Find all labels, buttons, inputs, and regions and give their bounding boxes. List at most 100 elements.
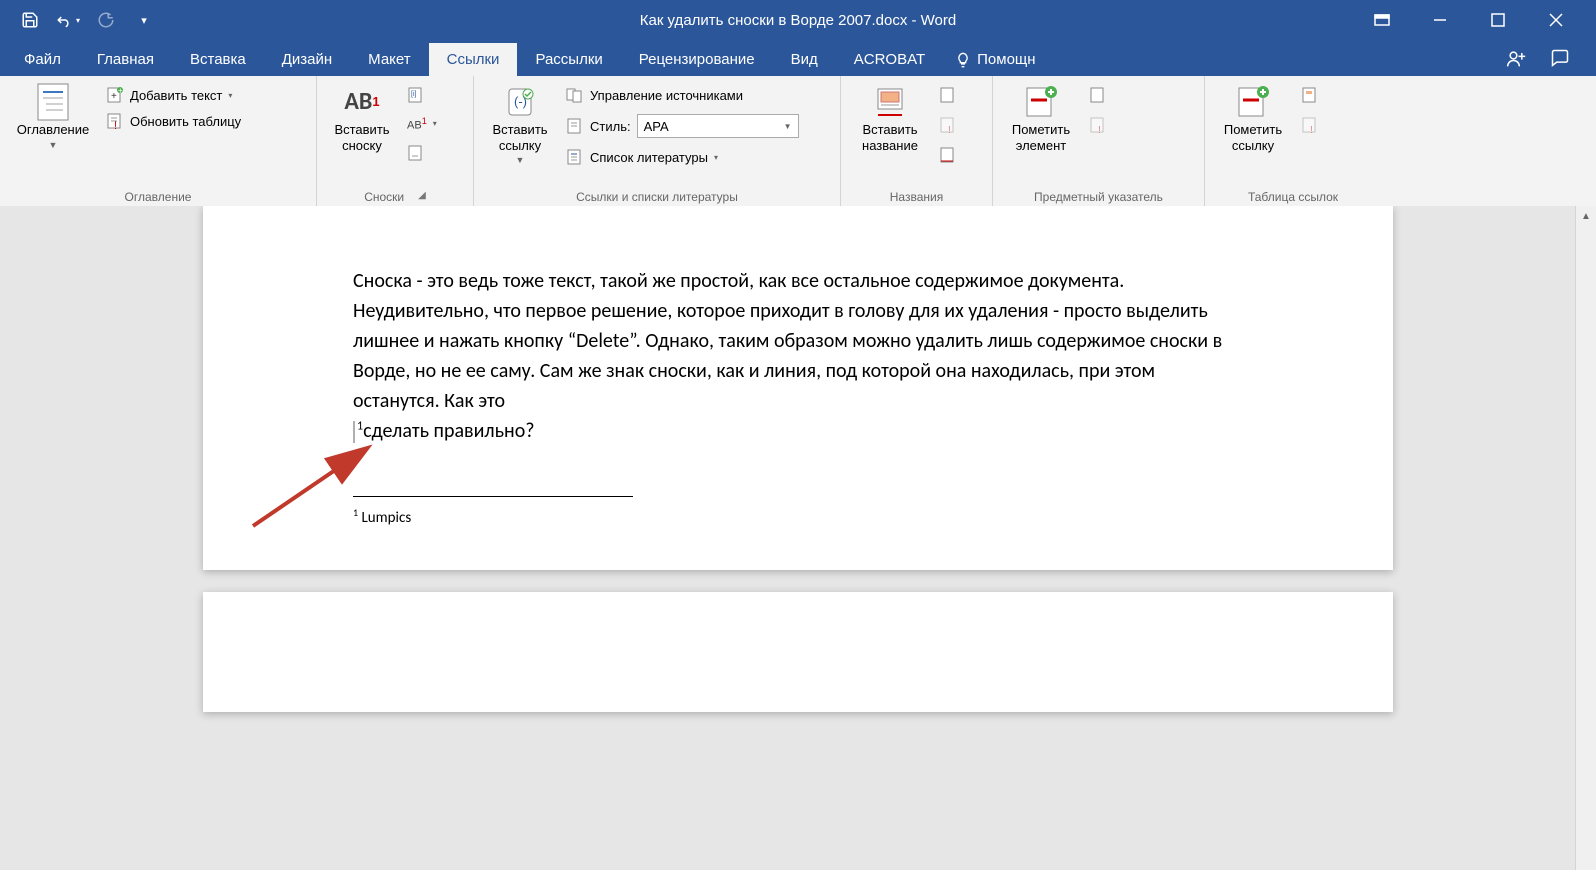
manage-sources-icon — [566, 86, 584, 104]
caption-icon — [872, 84, 908, 120]
next-footnote-button[interactable]: AB1▾ — [405, 114, 439, 134]
svg-text:+: + — [111, 91, 117, 102]
close-button[interactable] — [1538, 2, 1574, 38]
document-page-2[interactable] — [203, 592, 1393, 712]
add-text-button[interactable]: ++ Добавить текст ▾ — [104, 84, 243, 106]
document-page[interactable]: Сноска - это ведь тоже текст, такой же п… — [203, 206, 1393, 570]
insert-tab[interactable]: Вставка — [172, 43, 264, 76]
mark-index-label: Пометить элемент — [1012, 122, 1070, 153]
footnotes-dialog-launcher[interactable]: ◢ — [418, 190, 426, 204]
layout-tab[interactable]: Макет — [350, 43, 428, 76]
update-index-button[interactable]: ! — [1087, 114, 1109, 136]
document-area[interactable]: Сноска - это ведь тоже текст, такой же п… — [0, 206, 1596, 870]
svg-text:!: ! — [114, 120, 117, 130]
footnote-area[interactable]: 1 Lumpics — [353, 505, 1243, 530]
group-toa: Пометить ссылку ! Таблица ссылок — [1205, 76, 1381, 206]
group-footnotes: AB1 Вставить сноску [i] AB1▾ Сноски◢ — [317, 76, 474, 206]
group-index: Пометить элемент ! Предметный указатель — [993, 76, 1205, 206]
update-toc-label: Обновить таблицу — [130, 114, 241, 129]
save-button[interactable] — [18, 8, 42, 32]
manage-sources-button[interactable]: Управление источниками — [564, 84, 801, 106]
scroll-up-button[interactable]: ▲ — [1576, 206, 1596, 226]
insert-footnote-button[interactable]: AB1 Вставить сноску — [325, 80, 399, 153]
chevron-down-icon: ▼ — [516, 155, 525, 166]
mark-citation-icon — [1235, 84, 1271, 120]
style-label: Стиль: — [590, 119, 631, 134]
table-figures-icon — [939, 86, 957, 104]
insert-index-button[interactable] — [1087, 84, 1109, 106]
update-toa-icon: ! — [1301, 116, 1319, 134]
group-toc-label: Оглавление — [8, 188, 308, 206]
mark-citation-label: Пометить ссылку — [1224, 122, 1282, 153]
cross-ref-icon — [939, 146, 957, 164]
insert-citation-button[interactable]: (-) Вставить ссылку ▼ — [482, 80, 558, 166]
svg-text:!: ! — [948, 125, 951, 134]
references-tab[interactable]: Ссылки — [429, 43, 518, 76]
group-toa-label: Таблица ссылок — [1213, 188, 1373, 206]
title-bar: ▾ ▾ Как удалить сноски в Ворде 2007.docx… — [0, 0, 1596, 40]
toc-label: Оглавление — [17, 122, 89, 138]
svg-text:+: + — [118, 86, 123, 95]
redo-button[interactable] — [94, 8, 118, 32]
ribbon-options-button[interactable] — [1364, 2, 1400, 38]
group-captions-label: Названия — [849, 188, 984, 206]
mark-index-icon — [1023, 84, 1059, 120]
citation-style-dropdown[interactable]: Стиль: APA ▼ — [564, 112, 801, 140]
body-text-3: , но не ее саму. Сам же знак сноски, как… — [353, 359, 1155, 413]
ribbon-tabs: Файл Главная Вставка Дизайн Макет Ссылки… — [0, 40, 1596, 76]
undo-button[interactable]: ▾ — [56, 8, 80, 32]
update-toa-button[interactable]: ! — [1299, 114, 1321, 136]
mark-citation-button[interactable]: Пометить ссылку — [1213, 80, 1293, 153]
insert-caption-button[interactable]: Вставить название — [849, 80, 931, 153]
view-tab[interactable]: Вид — [773, 43, 836, 76]
cross-reference-button[interactable] — [937, 144, 959, 166]
insert-endnote-button[interactable]: [i] — [405, 84, 439, 106]
footnote-icon: AB1 — [344, 84, 379, 120]
insert-caption-label: Вставить название — [862, 122, 918, 153]
share-button[interactable] — [1506, 48, 1526, 68]
body-text-2: ”. Однако, таким образом можно удалить л… — [629, 329, 1222, 353]
minimize-button[interactable] — [1422, 2, 1458, 38]
insert-toa-button[interactable] — [1299, 84, 1321, 106]
update-icon: ! — [106, 112, 124, 130]
file-tab[interactable]: Файл — [6, 43, 79, 76]
review-tab[interactable]: Рецензирование — [621, 43, 773, 76]
maximize-button[interactable] — [1480, 2, 1516, 38]
mark-index-entry-button[interactable]: Пометить элемент — [1001, 80, 1081, 153]
vertical-scrollbar[interactable]: ▲ — [1575, 206, 1596, 870]
group-index-label: Предметный указатель — [1001, 188, 1196, 206]
acrobat-tab[interactable]: ACROBAT — [836, 43, 943, 76]
mailings-tab[interactable]: Рассылки — [517, 43, 620, 76]
lightbulb-icon — [955, 52, 971, 68]
svg-text:!: ! — [1098, 125, 1101, 134]
update-table-icon: ! — [939, 116, 957, 134]
update-index-icon: ! — [1089, 116, 1107, 134]
footnote-text[interactable]: Lumpics — [361, 509, 411, 527]
group-citations-label: Ссылки и списки литературы — [482, 188, 832, 206]
window-controls — [1364, 2, 1596, 38]
footnote-number: 1 — [353, 506, 358, 519]
svg-text:!: ! — [1310, 125, 1313, 134]
tell-me-search[interactable]: Помощн — [943, 43, 1047, 76]
qat-customize-button[interactable]: ▾ — [132, 8, 156, 32]
citation-icon: (-) — [502, 84, 538, 120]
comments-button[interactable] — [1550, 48, 1570, 68]
word-vorde: Ворде — [353, 359, 405, 383]
svg-text:[i]: [i] — [411, 91, 417, 98]
insert-citation-label: Вставить ссылку — [492, 122, 547, 153]
style-value-dropdown[interactable]: APA ▼ — [637, 114, 799, 138]
insert-footnote-label: Вставить сноску — [334, 122, 389, 153]
body-paragraph[interactable]: Сноска - это ведь тоже текст, такой же п… — [353, 266, 1243, 446]
quick-access-toolbar: ▾ ▾ — [0, 8, 156, 32]
show-notes-button[interactable] — [405, 142, 439, 164]
bibliography-icon — [566, 148, 584, 166]
bibliography-button[interactable]: Список литературы ▾ — [564, 146, 801, 168]
home-tab[interactable]: Главная — [79, 43, 172, 76]
design-tab[interactable]: Дизайн — [264, 43, 350, 76]
insert-index-icon — [1089, 86, 1107, 104]
insert-table-figures-button[interactable] — [937, 84, 959, 106]
update-toc-button[interactable]: ! Обновить таблицу — [104, 110, 243, 132]
update-table-figures-button[interactable]: ! — [937, 114, 959, 136]
toc-button[interactable]: Оглавление ▼ — [8, 80, 98, 150]
body-text-4: сделать правильно? — [363, 419, 534, 443]
